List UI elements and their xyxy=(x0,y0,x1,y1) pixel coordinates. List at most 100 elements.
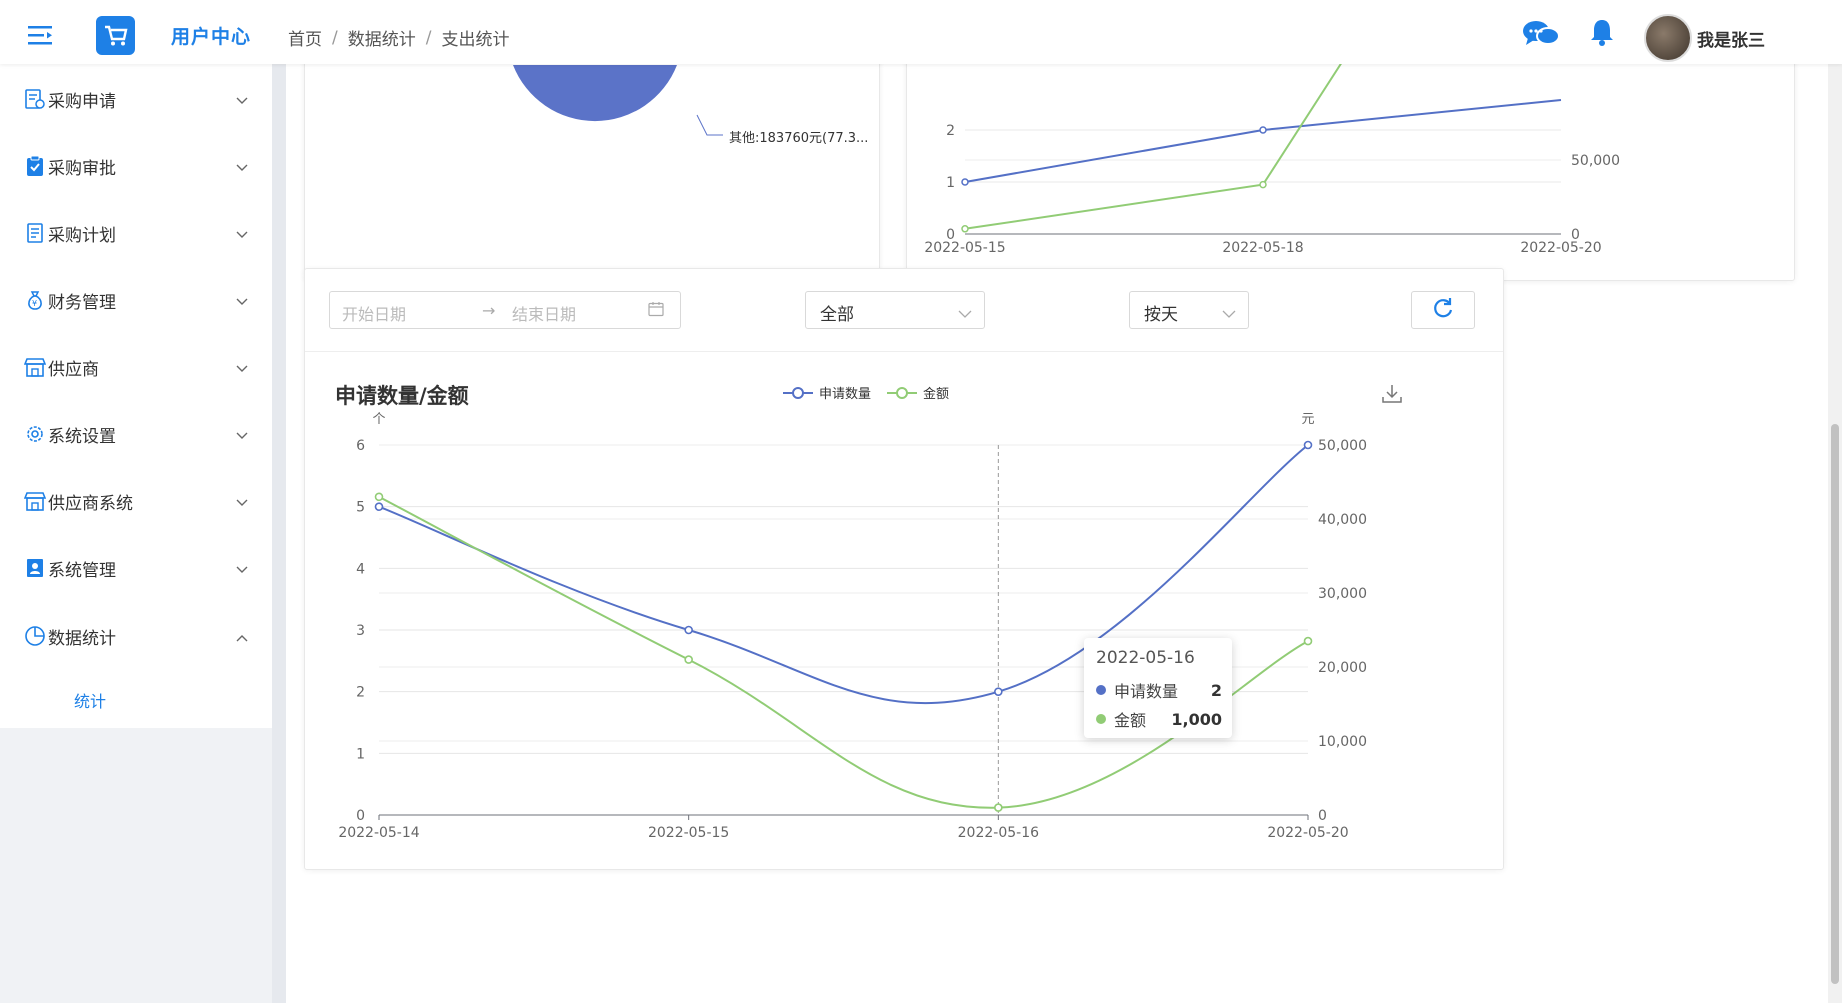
chart-tooltip: 2022-05-16 申请数量 2 金额 1,000 xyxy=(1084,638,1232,738)
sidebar-item-label: 数据统计 xyxy=(48,629,116,649)
chevron-down-icon xyxy=(236,224,248,244)
y-left-tick-label: 2 xyxy=(946,123,955,139)
sidebar-item-system-management[interactable]: 系统管理 xyxy=(0,547,272,587)
cart-logo-icon xyxy=(96,16,135,55)
tooltip-value-amount: 1,000 xyxy=(1171,709,1222,729)
page-scrollbar-thumb[interactable] xyxy=(1831,424,1839,984)
data-point-1 xyxy=(684,655,693,664)
y-right-tick-label: 40,000 xyxy=(1318,512,1367,528)
x-tick-label: 2022-05-20 xyxy=(1520,240,1601,256)
sidebar-item-purchase-approval[interactable]: 采购审批 xyxy=(0,145,272,185)
y-left-unit: 个 xyxy=(372,412,385,427)
pie-chart xyxy=(513,65,723,136)
tooltip-label-count: 申请数量 xyxy=(1114,682,1179,701)
pie-slice-other xyxy=(513,65,677,122)
x-tick-label: 2022-05-14 xyxy=(338,825,419,841)
breadcrumb-separator: / xyxy=(425,27,432,48)
form-icon xyxy=(24,88,46,110)
sidebar: 采购申请 采购审批 采购计划 ¥ 财务管理 供应商 系统设置 供应商系统 系统管… xyxy=(0,64,272,1003)
series-line-0 xyxy=(964,99,1562,183)
sidebar-item-system-settings[interactable]: 系统设置 xyxy=(0,413,272,453)
top-line-chart-card: 0 1 2 0 50,000 2022-05-15 2022-05-18 2022-05-20 xyxy=(906,44,1795,281)
y-left-tick-label: 1 xyxy=(356,746,365,762)
main-chart-card: 开始日期 → 结束日期 全部 按天 申请数量/金额 申请数量 金额 0 1 2 … xyxy=(304,268,1504,870)
pie-chart-icon xyxy=(24,625,46,647)
user-badge-icon xyxy=(24,557,46,579)
y-right-tick-label: 50,000 xyxy=(1571,153,1620,169)
sidebar-item-label: 财务管理 xyxy=(48,293,116,313)
sidebar-item-supplier-system[interactable]: 供应商系统 xyxy=(0,480,272,520)
avatar[interactable] xyxy=(1644,14,1692,62)
gear-icon xyxy=(24,423,46,445)
breadcrumb-home[interactable]: 首页 xyxy=(288,25,322,50)
data-point-0 xyxy=(1259,126,1267,134)
money-bag-icon: ¥ xyxy=(24,289,46,311)
y-right-tick-label: 30,000 xyxy=(1318,586,1367,602)
sidebar-gutter xyxy=(272,64,286,1003)
tooltip-value-count: 2 xyxy=(1210,680,1222,700)
chat-icon[interactable] xyxy=(1522,20,1560,52)
tooltip-date: 2022-05-16 xyxy=(1096,648,1195,668)
sidebar-item-label: 供应商系统 xyxy=(48,494,133,514)
y-left-tick-label: 1 xyxy=(946,175,955,191)
top-line-chart: 012050,0002022-05-15 2022-05-18 2022-05-20 xyxy=(924,45,1620,256)
y-left-tick-label: 4 xyxy=(356,561,365,577)
data-point-1 xyxy=(374,492,384,502)
store-icon xyxy=(23,356,47,378)
tooltip-row-count: 申请数量 2 xyxy=(1096,678,1222,702)
chevron-down-icon xyxy=(236,90,248,110)
x-tick-label: 2022-05-16 xyxy=(958,825,1039,841)
sidebar-subitem-stats[interactable]: 统计 xyxy=(74,688,106,712)
sidebar-item-label: 系统管理 xyxy=(48,561,116,581)
sidebar-item-label: 供应商 xyxy=(48,360,99,380)
data-point-0 xyxy=(961,178,969,186)
sidebar-item-data-stats[interactable]: 数据统计 xyxy=(0,615,272,655)
menu-toggle-icon[interactable] xyxy=(28,26,54,50)
tooltip-dot-count xyxy=(1096,685,1106,695)
chevron-down-icon xyxy=(236,492,248,512)
sidebar-item-label: 采购审批 xyxy=(48,159,116,179)
y-left-tick-label: 2 xyxy=(356,685,365,701)
breadcrumb-stats[interactable]: 数据统计 xyxy=(348,25,416,50)
sidebar-item-purchase-request[interactable]: 采购申请 xyxy=(0,78,272,118)
sidebar-empty-area xyxy=(0,728,272,1003)
main-line-chart: 0 1 2 3 4 5 6 0 10,000 20,000 30,000 40,000 50,000 个 元… xyxy=(338,412,1367,841)
x-tick-label: 2022-05-18 xyxy=(1222,240,1303,256)
pie-chart-card: 其他:183760元(77.3... xyxy=(304,44,880,281)
sidebar-item-purchase-plan[interactable]: 采购计划 xyxy=(0,212,272,252)
app-title: 用户中心 xyxy=(171,26,252,48)
sidebar-item-label: 采购计划 xyxy=(48,226,116,246)
clipboard-check-icon xyxy=(24,155,46,177)
y-left-tick-label: 5 xyxy=(356,500,365,516)
main-content: 其他:183760元(77.3... 0 1 2 0 50,000 2022-05-15 2… xyxy=(286,44,1828,1003)
tooltip-row-amount: 金额 1,000 xyxy=(1096,707,1222,731)
top-header: 用户中心 首页 / 数据统计 / 支出统计 我是张三 xyxy=(0,0,1842,64)
bell-icon[interactable] xyxy=(1590,18,1614,50)
series-line-1 xyxy=(964,45,1354,230)
chevron-down-icon xyxy=(236,358,248,378)
y-right-tick-label: 10,000 xyxy=(1318,734,1367,750)
y-right-unit: 元 xyxy=(1301,412,1314,427)
chevron-down-icon xyxy=(236,157,248,177)
data-point-1 xyxy=(1259,180,1267,189)
data-point-1 xyxy=(994,803,1003,812)
tooltip-dot-amount xyxy=(1096,714,1106,724)
breadcrumb: 首页 / 数据统计 / 支出统计 xyxy=(288,25,509,51)
breadcrumb-separator: / xyxy=(332,27,338,48)
pie-label-line xyxy=(696,114,723,136)
store-icon xyxy=(23,490,47,512)
submenu-data-stats: 统计 xyxy=(0,666,272,728)
data-point-1 xyxy=(1303,636,1313,646)
username[interactable]: 我是张三 xyxy=(1697,26,1765,51)
document-icon xyxy=(24,222,46,244)
sidebar-item-finance[interactable]: ¥ 财务管理 xyxy=(0,279,272,319)
y-right-tick-label: 20,000 xyxy=(1318,660,1367,676)
chevron-down-icon xyxy=(236,291,248,311)
data-point-0 xyxy=(1303,440,1313,450)
data-point-0 xyxy=(374,502,384,511)
x-tick-label: 2022-05-15 xyxy=(924,240,1005,256)
x-tick-label: 2022-05-15 xyxy=(648,825,729,841)
y-left-tick-label: 0 xyxy=(356,808,365,824)
svg-text:¥: ¥ xyxy=(32,299,37,308)
sidebar-item-supplier[interactable]: 供应商 xyxy=(0,346,272,386)
